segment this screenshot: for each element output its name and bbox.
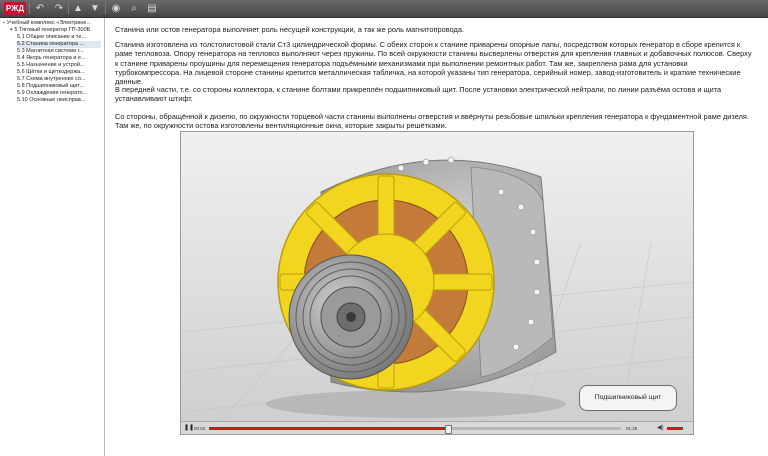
tree-item-label: 5.4 Якорь генератора и е...: [17, 55, 86, 61]
toolbar-separator: [29, 3, 30, 14]
paragraph-frame-description: Станина изготовлена из толстолистовой ст…: [115, 40, 752, 87]
search-icon[interactable]: ⌕: [127, 2, 141, 15]
tree-item[interactable]: 5.8 Подшипниковый щит...: [17, 83, 101, 90]
current-time: 00:52: [194, 426, 206, 431]
print-icon[interactable]: ◉: [109, 2, 123, 15]
tree-item-label: 5.2 Станина генератора ...: [17, 41, 85, 47]
tree-item-label: 5.8 Подшипниковый щит...: [17, 83, 84, 89]
export-icon[interactable]: ▤: [145, 2, 159, 15]
volume-icon[interactable]: ◀): [657, 425, 664, 432]
tree-item[interactable]: ▾ 5 Тяговый генератор ГП-300Б: [10, 27, 101, 34]
tree-item[interactable]: 5.9 Охлаждение генерато...: [17, 90, 101, 97]
seek-handle[interactable]: [444, 425, 452, 434]
generator-3d-render: [181, 132, 693, 421]
tree-item[interactable]: ▪ Учебный комплекс «Электрине...: [3, 20, 101, 27]
total-time: 01:29: [626, 426, 638, 431]
toolbar-separator: [105, 3, 106, 14]
redo-icon[interactable]: ↷: [52, 2, 66, 15]
paragraph-diesel-side: Со стороны, обращённой к дизелю, по окру…: [115, 112, 749, 131]
paragraph-front-part: В передней части, т.е. со стороны коллек…: [115, 85, 722, 104]
undo-icon[interactable]: ↶: [33, 2, 47, 15]
tree-item-label: 5.10 Основные неисправ...: [17, 97, 86, 103]
seek-bar-progress: [209, 427, 448, 430]
tree-item-label: 5.3 Магнитная система г...: [17, 48, 84, 54]
tree-item-label: 5.6 Щётки и щёткодержа...: [17, 69, 85, 75]
main-toolbar: РЖД ↶ ↷ ▲ ▼ ◉ ⌕ ▤: [0, 0, 768, 18]
tree-expander-icon[interactable]: ▪: [3, 20, 5, 26]
toolbar-separator: [68, 3, 69, 14]
arrow-up-icon[interactable]: ▲: [71, 2, 85, 15]
seek-bar[interactable]: [209, 427, 621, 430]
pause-icon[interactable]: ❚❚: [184, 425, 194, 432]
tree-item-label: 5.5 Назначение и устрой...: [17, 62, 85, 68]
tree-item[interactable]: 5.3 Магнитная система г...: [17, 48, 101, 55]
tree-expander-icon[interactable]: ▾: [10, 27, 13, 33]
tree-item[interactable]: 5.4 Якорь генератора и е...: [17, 55, 101, 62]
table-of-contents: ▪ Учебный комплекс «Электрине... ▾ 5 Тяговы…: [0, 18, 105, 456]
video-controls: ❚❚ 00:52 01:29 ◀): [181, 421, 693, 434]
volume-slider[interactable]: [667, 427, 683, 430]
tree-item[interactable]: 5.2 Станина генератора ...: [17, 41, 101, 48]
tree-item-label: 5.7 Схема внутренних со...: [17, 76, 86, 82]
callout-bearing-shield: Подшипниковый щит: [579, 385, 677, 411]
arrow-down-icon[interactable]: ▼: [88, 2, 102, 15]
tree-item[interactable]: 5.10 Основные неисправ...: [17, 97, 101, 104]
tree-item[interactable]: 5.7 Схема внутренних со...: [17, 76, 101, 83]
rzd-logo: РЖД: [4, 2, 26, 15]
tree-item[interactable]: 5.6 Щётки и щёткодержа...: [17, 69, 101, 76]
tree-item[interactable]: 5.5 Назначение и устрой...: [17, 62, 101, 69]
video-player[interactable]: Подшипниковый щит ❚❚ 00:52 01:29 ◀): [180, 131, 694, 435]
tree-item-label: 5.9 Охлаждение генерато...: [17, 90, 88, 96]
tree-item[interactable]: 5.1 Общее описание и те...: [17, 34, 101, 41]
tree-item-label: 5.1 Общее описание и те...: [17, 34, 87, 40]
tree-item-label: Учебный комплекс «Электрине...: [6, 20, 92, 26]
tree-item-label: 5 Тяговый генератор ГП-300Б: [14, 27, 91, 33]
paragraph-intro: Станина или остов генератора выполняет р…: [115, 25, 465, 34]
